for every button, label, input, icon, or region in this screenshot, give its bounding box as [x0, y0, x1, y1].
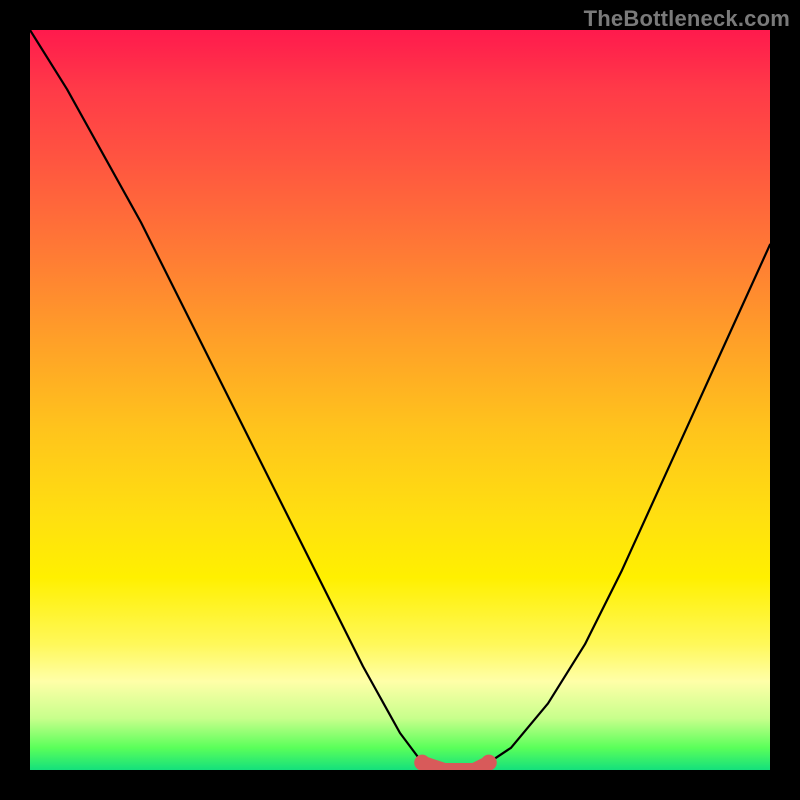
- sweet-spot-band: [414, 755, 497, 770]
- sweet-spot-endpoint: [414, 755, 430, 770]
- chart-svg: [30, 30, 770, 770]
- plot-area: [30, 30, 770, 770]
- sweet-spot-path: [422, 763, 489, 770]
- sweet-spot-endpoint: [481, 755, 497, 770]
- chart-frame: TheBottleneck.com: [0, 0, 800, 800]
- attribution-label: TheBottleneck.com: [584, 6, 790, 32]
- bottleneck-curve: [30, 30, 770, 770]
- bottleneck-curve-path: [30, 30, 770, 770]
